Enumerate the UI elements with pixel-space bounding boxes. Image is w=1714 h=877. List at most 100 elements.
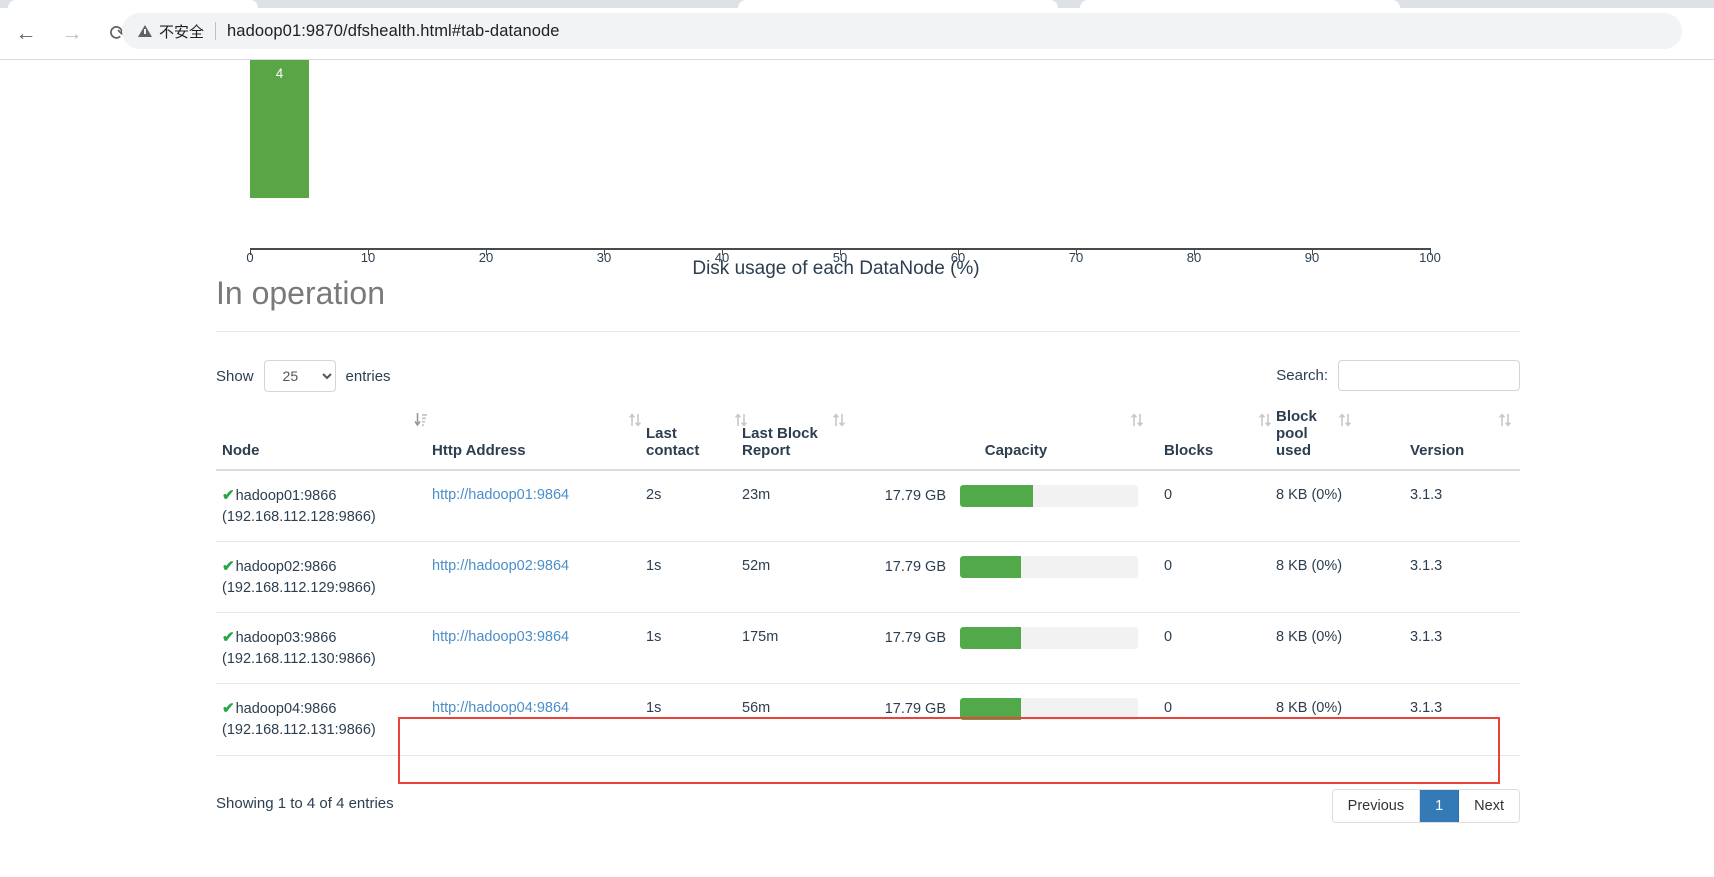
node-address: (192.168.112.131:9866) — [222, 722, 376, 739]
column-header-blocks[interactable]: Blocks — [1164, 408, 1276, 471]
tab-strip — [0, 0, 1714, 8]
show-label: Show — [216, 367, 254, 385]
browser-tab[interactable] — [738, 0, 1058, 8]
cell-http-address: http://hadoop02:9864 — [432, 541, 646, 614]
browser-chrome: ← → ⟳ 不安全 hadoop01:9870/dfshealth.html#t… — [0, 0, 1714, 60]
datanodes-table: Node Http Address Last contact Last Bloc… — [216, 408, 1520, 756]
sort-both-icon[interactable] — [628, 412, 642, 428]
http-address-link[interactable]: http://hadoop01:9864 — [432, 487, 569, 503]
cell-last-contact: 2s — [646, 470, 742, 543]
capacity-size-label: 17.79 GB — [884, 701, 946, 718]
node-name: hadoop04:9866 — [235, 701, 337, 718]
sort-both-icon[interactable] — [1498, 412, 1512, 428]
cell-blocks: 0 — [1164, 612, 1276, 685]
sort-both-icon[interactable] — [1130, 412, 1144, 428]
column-header-last-contact[interactable]: Last contact — [646, 408, 748, 471]
node-name: hadoop02:9866 — [235, 559, 337, 576]
cell-last-block-report: 52m — [742, 541, 868, 614]
chart-bar-value-label: 4 — [275, 66, 284, 81]
entries-per-page-select[interactable]: 2550100 — [263, 360, 336, 392]
column-header-last-block-report[interactable]: Last Block Report — [742, 408, 868, 471]
chart-x-tick-label: 70 — [1068, 250, 1084, 265]
chart-x-tick-label: 20 — [478, 250, 494, 265]
cell-block-pool-used: 8 KB (0%) — [1276, 612, 1410, 685]
sort-both-icon[interactable] — [1338, 412, 1352, 428]
http-address-link[interactable]: http://hadoop02:9864 — [432, 558, 569, 574]
pagination-page-1-button[interactable]: 1 — [1420, 790, 1460, 822]
cell-node: ✔hadoop04:9866 (192.168.112.131:9866) — [216, 683, 432, 756]
column-header-http-address[interactable]: Http Address — [432, 408, 646, 471]
http-address-link[interactable]: http://hadoop03:9864 — [432, 629, 569, 645]
column-header-node[interactable]: Node — [216, 408, 432, 471]
browser-tab[interactable] — [8, 0, 258, 8]
chart-x-tick-label: 0 — [246, 250, 254, 265]
column-label-blocks: Blocks — [1164, 442, 1214, 459]
check-icon: ✔ — [222, 487, 235, 504]
cell-node: ✔hadoop01:9866 (192.168.112.128:9866) — [216, 470, 432, 543]
check-icon: ✔ — [222, 558, 235, 576]
table-row[interactable]: ✔hadoop01:9866 (192.168.112.128:9866) http… — [216, 470, 1520, 543]
browser-tab[interactable] — [1080, 0, 1400, 8]
node-address: (192.168.112.130:9866) — [222, 650, 376, 667]
disk-usage-chart: 4 — [0, 60, 1714, 235]
cell-http-address: http://hadoop03:9864 — [432, 612, 646, 685]
cell-node: ✔hadoop03:9866 (192.168.112.130:9866) — [216, 612, 432, 685]
chart-x-tick-label: 10 — [360, 250, 376, 265]
pagination-previous-button[interactable]: Previous — [1332, 790, 1421, 822]
cell-version: 3.1.3 — [1410, 612, 1520, 685]
entries-label: entries — [345, 367, 391, 385]
capacity-progress-bar — [960, 698, 1138, 721]
cell-last-block-report: 56m — [742, 683, 868, 756]
table-body: ✔hadoop01:9866 (192.168.112.128:9866) http… — [216, 470, 1520, 756]
page-title: In operation — [216, 275, 386, 311]
pagination: Previous 1 Next — [1331, 789, 1520, 823]
back-arrow-icon[interactable]: ← — [6, 14, 46, 54]
pagination-next-button[interactable]: Next — [1459, 790, 1519, 822]
cell-http-address: http://hadoop04:9864 — [432, 683, 646, 756]
sort-descending-icon[interactable] — [414, 412, 428, 428]
table-row[interactable]: ✔hadoop02:9866 (192.168.112.129:9866) http… — [216, 541, 1520, 614]
capacity-size-label: 17.79 GB — [884, 487, 946, 504]
cell-block-pool-used: 8 KB (0%) — [1276, 683, 1410, 756]
column-header-capacity[interactable]: Capacity — [868, 408, 1164, 471]
page-content: 4 Disk usage of each DataNode (%) In ope… — [0, 60, 1714, 877]
cell-version: 3.1.3 — [1410, 683, 1520, 756]
chart-x-tick-label: 80 — [1186, 250, 1202, 265]
column-label-block-pool-used-line1: Block — [1276, 408, 1317, 425]
cell-version: 3.1.3 — [1410, 470, 1520, 543]
table-row[interactable]: ✔hadoop03:9866 (192.168.112.130:9866) http… — [216, 612, 1520, 685]
cell-capacity: 17.79 GB — [868, 683, 1164, 756]
column-label-last-contact-line1: Last — [646, 425, 677, 442]
column-label-block-pool-used: Block pool used — [1276, 408, 1334, 459]
table-row[interactable]: ✔hadoop04:9866 (192.168.112.131:9866) http… — [216, 683, 1520, 756]
capacity-progress-fill — [960, 627, 1021, 650]
chart-plot-area: 4 — [250, 60, 1430, 198]
cell-blocks: 0 — [1164, 683, 1276, 756]
column-label-last-contact-line2: contact — [646, 442, 700, 459]
column-label-last-block-report-line2: Report — [742, 442, 791, 459]
cell-last-contact: 1s — [646, 541, 742, 614]
node-address: (192.168.112.128:9866) — [222, 508, 376, 525]
column-label-block-pool-used-line3: used — [1276, 442, 1312, 459]
capacity-progress-fill — [960, 698, 1021, 721]
chart-bar: 4 — [250, 60, 309, 198]
node-address: (192.168.112.129:9866) — [222, 579, 376, 596]
http-address-link[interactable]: http://hadoop04:9864 — [432, 700, 569, 716]
column-label-last-block-report: Last Block Report — [742, 425, 818, 459]
search-input[interactable] — [1338, 360, 1520, 391]
capacity-size-label: 17.79 GB — [884, 558, 946, 575]
column-label-http-address: Http Address — [432, 442, 526, 459]
sort-both-icon[interactable] — [1258, 412, 1272, 428]
address-bar[interactable]: 不安全 hadoop01:9870/dfshealth.html#tab-dat… — [122, 13, 1682, 49]
check-icon: ✔ — [222, 629, 235, 647]
security-status-label: 不安全 — [159, 23, 205, 41]
security-status-chip[interactable]: 不安全 — [138, 21, 204, 42]
sort-both-icon[interactable] — [832, 412, 846, 428]
column-header-version[interactable]: Version — [1410, 408, 1520, 471]
column-header-block-pool-used[interactable]: Block pool used — [1276, 408, 1410, 471]
chart-x-tick-label: 40 — [714, 250, 730, 265]
table-search-control: Search: — [1276, 360, 1520, 391]
cell-last-block-report: 175m — [742, 612, 868, 685]
forward-arrow-icon[interactable]: → — [52, 14, 92, 54]
search-label: Search: — [1276, 367, 1328, 384]
